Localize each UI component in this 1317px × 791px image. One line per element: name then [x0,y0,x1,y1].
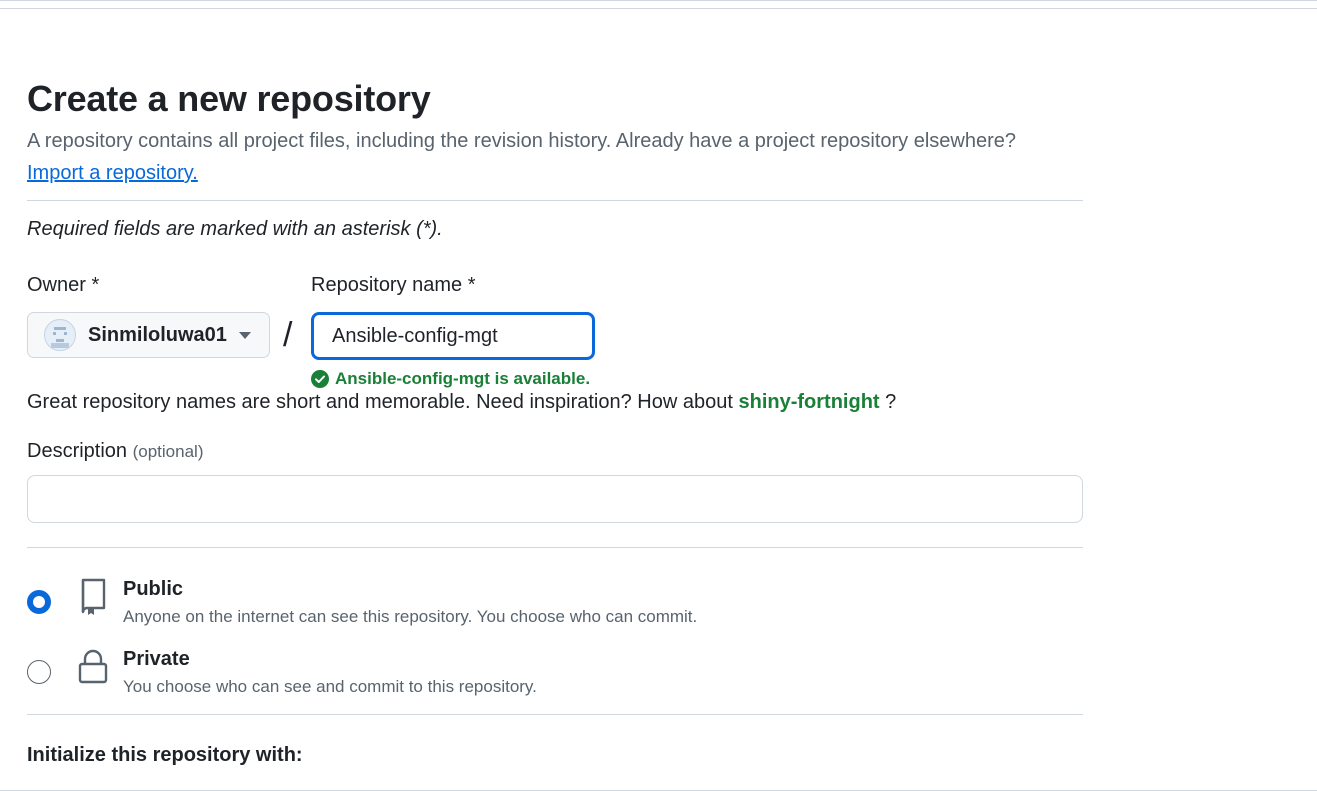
repository-name-field: Repository name * Ansible-config-mgt is … [311,271,595,388]
check-circle-icon [311,370,329,388]
suggestion-suffix: ? [885,391,897,413]
availability-text: Ansible-config-mgt is available. [335,369,591,388]
new-repo-form: Create a new repository A repository con… [27,77,1083,767]
owner-field: Owner * Sinmiloluwa01 [27,271,270,358]
owner-name: Sinmiloluwa01 [88,323,227,346]
lock-icon [77,648,109,691]
description-input[interactable] [27,475,1083,523]
private-radio[interactable] [27,660,51,684]
initialize-section-label: Initialize this repository with: [27,744,303,766]
private-description: You choose who can see and commit to thi… [123,677,537,696]
section-divider [27,200,1083,201]
suggested-name-link[interactable]: shiny-fortnight [738,391,879,413]
chevron-down-icon [239,332,251,339]
repository-name-label: Repository name * [311,274,476,296]
page: Create a new repository A repository con… [0,0,1317,791]
name-suggestion: Great repository names are short and mem… [27,387,1083,417]
public-radio[interactable] [27,590,51,614]
page-title: Create a new repository [27,78,431,119]
visibility-option-private[interactable]: Private You choose who can see and commi… [27,646,1083,716]
owner-label: Owner * [27,274,100,296]
public-title: Public [123,578,184,600]
suggestion-text: Great repository names are short and mem… [27,391,733,413]
top-divider [0,8,1317,9]
subtitle-text: A repository contains all project files,… [27,130,1017,152]
section-divider [27,547,1083,548]
owner-avatar [44,319,76,351]
optional-tag: (optional) [132,442,204,461]
public-description: Anyone on the internet can see this repo… [123,607,698,626]
owner-repo-separator: / [283,316,293,354]
owner-repo-row: Owner * Sinmiloluwa01 / Repository name … [27,271,1083,388]
owner-dropdown-button[interactable]: Sinmiloluwa01 [27,312,270,358]
repository-name-input[interactable] [311,312,595,360]
availability-message: Ansible-config-mgt is available. [311,369,590,389]
visibility-option-public[interactable]: Public Anyone on the internet can see th… [27,576,1083,646]
required-fields-note: Required fields are marked with an aster… [27,218,443,240]
private-title: Private [123,648,190,670]
description-label: Description (optional) [27,437,1083,466]
page-subtitle: A repository contains all project files,… [27,125,1083,189]
description-label-text: Description [27,440,128,462]
import-repository-link[interactable]: Import a repository. [27,157,198,189]
repo-icon [77,578,109,621]
